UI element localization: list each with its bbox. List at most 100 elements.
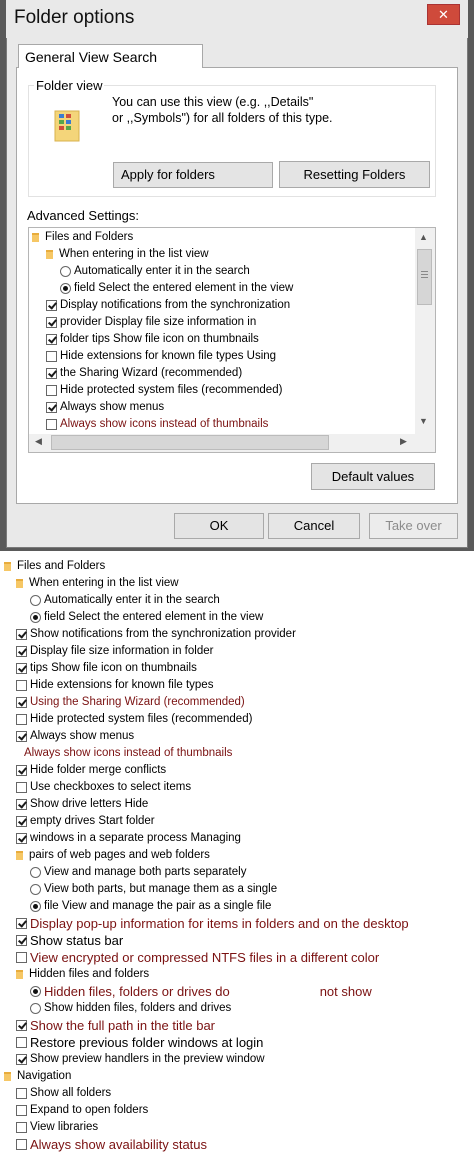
tree-option-folder-tips-show-file-icon-on-thumbnails[interactable]: folder tips Show file icon on thumbnails: [46, 331, 259, 347]
take-over-button[interactable]: Take over: [369, 513, 458, 539]
radio-unselected[interactable]: [30, 883, 41, 895]
radio-selected[interactable]: [60, 282, 71, 294]
checkbox-checked[interactable]: [46, 367, 57, 379]
checkbox-checked[interactable]: [46, 299, 57, 311]
tree-option-always-show-menus[interactable]: Always show menus: [46, 399, 164, 415]
tree-option-hidden-files-folders-or-drives-do[interactable]: Hidden files, folders or drives do not sh…: [30, 983, 372, 999]
checkbox-checked[interactable]: [16, 832, 27, 844]
tree-option-field-select-the-entered-element-in-the-[interactable]: field Select the entered element in the …: [30, 609, 263, 625]
checkbox-unchecked[interactable]: [16, 1087, 27, 1099]
checkbox-unchecked[interactable]: [16, 1036, 27, 1048]
tree-option-show-all-folders[interactable]: Show all folders: [16, 1085, 111, 1101]
apply-for-folders-button[interactable]: Apply for folders: [113, 162, 273, 188]
tree-option-windows-in-a-separate-process-managing[interactable]: windows in a separate process Managing: [16, 830, 241, 846]
checkbox-checked[interactable]: [46, 401, 57, 413]
checkbox-unchecked[interactable]: [16, 1121, 27, 1133]
scroll-down-icon[interactable]: ▼: [419, 416, 428, 426]
checkbox-checked[interactable]: [16, 764, 27, 776]
tree-option-automatically-enter-it-in-the-search[interactable]: Automatically enter it in the search: [60, 263, 250, 279]
tree-option-hide-protected-system-files-recommended[interactable]: Hide protected system files (recommended…: [46, 382, 282, 398]
checkbox-unchecked[interactable]: [16, 1138, 27, 1150]
tree-option-show-preview-handlers-in-the-preview-win[interactable]: Show preview handlers in the preview win…: [16, 1051, 265, 1067]
checkbox-checked[interactable]: [16, 934, 27, 946]
scroll-up-icon[interactable]: ▲: [419, 232, 428, 242]
tree-option-automatically-enter-it-in-the-search[interactable]: Automatically enter it in the search: [30, 592, 220, 608]
checkbox-checked[interactable]: [16, 645, 27, 657]
checkbox-checked[interactable]: [16, 662, 27, 674]
checkbox-checked[interactable]: [16, 696, 27, 708]
checkbox-unchecked[interactable]: [46, 384, 57, 396]
tree-option-file-view-and-manage-the-pair-as-a-singl[interactable]: file View and manage the pair as a singl…: [30, 898, 271, 914]
checkbox-unchecked[interactable]: [46, 350, 57, 362]
tree-option-using-the-sharing-wizard-recommended[interactable]: Using the Sharing Wizard (recommended): [16, 694, 245, 710]
tree-option-always-show-icons-instead-of-thumbnails[interactable]: Always show icons instead of thumbnails: [24, 745, 232, 761]
checkbox-unchecked[interactable]: [16, 1104, 27, 1116]
checkbox-checked[interactable]: [16, 628, 27, 640]
tree-option-display-notifications-from-the-synchroni[interactable]: Display notifications from the synchroni…: [46, 297, 290, 313]
tree-option-hide-folder-merge-conflicts[interactable]: Hide folder merge conflicts: [16, 762, 166, 778]
tree-option-show-notifications-from-the-synchronizat[interactable]: Show notifications from the synchronizat…: [16, 626, 296, 642]
checkbox-unchecked[interactable]: [16, 781, 27, 793]
tree-item-label: Hide protected system files (recommended…: [30, 713, 253, 725]
tree-option-tips-show-file-icon-on-thumbnails[interactable]: tips Show file icon on thumbnails: [16, 660, 197, 676]
radio-selected[interactable]: [30, 900, 41, 912]
radio-selected[interactable]: [30, 985, 41, 997]
tree-option-show-status-bar[interactable]: Show status bar: [16, 932, 123, 948]
tree-option-view-both-parts-but-manage-them-as-a-sin[interactable]: View both parts, but manage them as a si…: [30, 881, 277, 897]
resetting-folders-button[interactable]: Resetting Folders: [279, 161, 430, 188]
radio-unselected[interactable]: [30, 866, 41, 878]
close-button[interactable]: ✕: [427, 4, 460, 25]
checkbox-checked[interactable]: [16, 815, 27, 827]
tree-option-hide-extensions-for-known-file-types[interactable]: Hide extensions for known file types: [16, 677, 213, 693]
checkbox-checked[interactable]: [46, 316, 57, 328]
tab-general-view-search[interactable]: General View Search: [18, 44, 203, 68]
radio-unselected[interactable]: [30, 594, 41, 606]
tree-group-when-entering-in-the-list-view: When entering in the list view: [46, 246, 209, 262]
checkbox-checked[interactable]: [16, 917, 27, 929]
tree-option-view-libraries[interactable]: View libraries: [16, 1119, 98, 1135]
radio-selected[interactable]: [30, 611, 41, 623]
horizontal-scroll-thumb[interactable]: [51, 435, 329, 450]
ok-button[interactable]: OK: [174, 513, 264, 539]
tree-item-label: Display notifications from the synchroni…: [60, 299, 291, 311]
checkbox-checked[interactable]: [16, 730, 27, 742]
tree-item-label: Using the Sharing Wizard (recommended): [30, 696, 245, 708]
tree-option-hide-extensions-for-known-file-types-usi[interactable]: Hide extensions for known file types Usi…: [46, 348, 276, 364]
tree-option-always-show-availability-status[interactable]: Always show availability status: [16, 1136, 207, 1152]
tree-item-label: Show notifications from the synchronizat…: [30, 628, 296, 640]
checkbox-checked[interactable]: [16, 1019, 27, 1031]
checkbox-checked[interactable]: [46, 333, 57, 345]
tree-option-use-checkboxes-to-select-items[interactable]: Use checkboxes to select items: [16, 779, 191, 795]
tree-option-restore-previous-folder-windows-at-login[interactable]: Restore previous folder windows at login: [16, 1034, 263, 1050]
tree-option-show-drive-letters-hide[interactable]: Show drive letters Hide: [16, 796, 148, 812]
checkbox-unchecked[interactable]: [16, 713, 27, 725]
cancel-button[interactable]: Cancel: [268, 513, 360, 539]
tree-option-expand-to-open-folders[interactable]: Expand to open folders: [16, 1102, 148, 1118]
checkbox-unchecked[interactable]: [46, 418, 57, 430]
tree-option-display-file-size-information-in-folder[interactable]: Display file size information in folder: [16, 643, 213, 659]
tree-item-label: Hide extensions for known file types Usi…: [60, 350, 277, 362]
tree-option-empty-drives-start-folder[interactable]: empty drives Start folder: [16, 813, 155, 829]
tree-option-the-sharing-wizard-recommended[interactable]: the Sharing Wizard (recommended): [46, 365, 242, 381]
dialog-title: Folder options: [14, 7, 135, 28]
checkbox-unchecked[interactable]: [16, 951, 27, 963]
checkbox-unchecked[interactable]: [16, 679, 27, 691]
folder-icon: [16, 969, 23, 979]
tree-option-view-encrypted-or-compressed-ntfs-files-[interactable]: View encrypted or compressed NTFS files …: [16, 949, 379, 965]
checkbox-checked[interactable]: [16, 1053, 27, 1065]
tree-option-view-and-manage-both-parts-separately[interactable]: View and manage both parts separately: [30, 864, 246, 880]
scroll-right-icon[interactable]: ▶: [400, 436, 407, 447]
tree-option-field-select-the-entered-element-in-the-[interactable]: field Select the entered element in the …: [60, 280, 293, 296]
scroll-left-icon[interactable]: ◀: [35, 436, 42, 447]
radio-unselected[interactable]: [30, 1002, 41, 1014]
tree-option-display-pop-up-information-for-items-in-[interactable]: Display pop-up information for items in …: [16, 915, 409, 931]
tree-option-always-show-icons-instead-of-thumbnails[interactable]: Always show icons instead of thumbnails: [46, 416, 268, 432]
tree-option-show-hidden-files-folders-and-drives[interactable]: Show hidden files, folders and drives: [30, 1000, 231, 1016]
tree-option-provider-display-file-size-information-i[interactable]: provider Display file size information i…: [46, 314, 256, 330]
default-values-button[interactable]: Default values: [311, 463, 435, 490]
tree-option-show-the-full-path-in-the-title-bar[interactable]: Show the full path in the title bar: [16, 1017, 215, 1033]
tree-option-always-show-menus[interactable]: Always show menus: [16, 728, 134, 744]
tree-option-hide-protected-system-files-recommended[interactable]: Hide protected system files (recommended…: [16, 711, 252, 727]
checkbox-checked[interactable]: [16, 798, 27, 810]
radio-unselected[interactable]: [60, 265, 71, 277]
